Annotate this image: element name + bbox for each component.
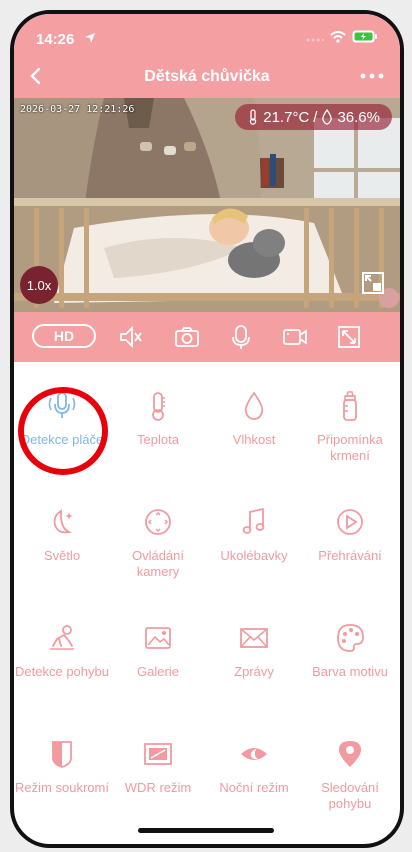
wifi-icon	[330, 30, 346, 43]
privacy-shield-icon	[52, 741, 72, 768]
feature-motion-detection[interactable]: Detekce pohybu	[14, 594, 110, 710]
thermometer-icon	[152, 392, 165, 421]
moon-star-icon	[53, 509, 73, 534]
feature-messages[interactable]: Zprávy	[206, 594, 302, 710]
highlight-circle	[18, 387, 108, 475]
top-bar: 14:26 Dětská chůvička	[14, 14, 400, 98]
more-dots-icon[interactable]	[358, 64, 386, 88]
temperature-value: 21.7°C	[263, 108, 310, 126]
droplet-small-icon	[322, 109, 333, 125]
camera-snapshot-icon[interactable]	[174, 324, 200, 350]
feature-label: WDR režim	[124, 780, 192, 795]
humidity-value: 36.6%	[337, 108, 380, 126]
status-time: 14:26	[36, 31, 75, 48]
feature-label: Zprávy	[234, 664, 274, 679]
feature-label: Noční režim	[219, 780, 289, 795]
mute-speaker-icon[interactable]	[118, 324, 144, 350]
status-bar: 14:26	[14, 14, 400, 58]
location-arrow-icon	[85, 33, 95, 43]
feature-wdr-mode[interactable]: WDR režim	[110, 710, 206, 826]
feature-label: Galerie	[137, 664, 179, 679]
camera-video-feed[interactable]: 2026-03-27 12:21:26 21.7°C / 36.6% 1.0x	[14, 98, 400, 312]
feature-label: Teplota	[137, 432, 179, 447]
feature-night-mode[interactable]: Noční režim	[206, 710, 302, 826]
feature-light[interactable]: Světlo	[14, 478, 110, 594]
feature-label: Připomínka krmení	[317, 432, 383, 463]
thermometer-small-icon	[250, 109, 257, 125]
baby-bottle-icon	[343, 391, 357, 421]
feature-gallery[interactable]: Galerie	[110, 594, 206, 710]
feature-temperature[interactable]: Teplota	[110, 362, 206, 478]
wdr-icon	[144, 743, 172, 765]
environment-badge: 21.7°C / 36.6%	[235, 104, 392, 130]
palette-icon	[337, 624, 364, 652]
video-controls-bar: HD	[14, 312, 400, 362]
music-note-icon	[242, 507, 265, 534]
video-record-icon[interactable]	[282, 324, 308, 350]
envelope-icon	[240, 628, 268, 648]
feature-camera-control[interactable]: Ovládání kamery	[110, 478, 206, 594]
feature-label: Režim soukromí	[15, 780, 109, 795]
zoom-level-button[interactable]: 1.0x	[20, 266, 58, 304]
fullscreen-icon[interactable]	[336, 324, 362, 350]
image-icon	[145, 627, 171, 649]
feature-playback[interactable]: Přehrávání	[302, 478, 398, 594]
feature-label: Přehrávání	[318, 548, 382, 563]
nav-bar: Dětská chůvička	[14, 58, 400, 98]
page-title: Dětská chůvička	[144, 68, 270, 85]
picture-in-picture-icon[interactable]	[362, 272, 384, 294]
feature-motion-tracking[interactable]: Sledování pohybu	[302, 710, 398, 826]
feature-lullabies[interactable]: Ukolébavky	[206, 478, 302, 594]
feature-label: Barva motivu	[312, 664, 388, 679]
signal-icon	[306, 38, 324, 41]
system-icons	[306, 30, 378, 43]
play-circle-icon	[337, 509, 363, 535]
feature-label: Sledování pohybu	[321, 780, 379, 811]
feature-humidity[interactable]: Vlhkost	[206, 362, 302, 478]
feature-feeding-reminder[interactable]: Připomínka krmení	[302, 362, 398, 478]
feature-label: Vlhkost	[232, 432, 276, 447]
crawling-baby-icon	[50, 625, 74, 650]
hd-quality-button[interactable]: HD	[32, 324, 96, 348]
feature-label: Ukolébavky	[220, 548, 288, 563]
value-separator: /	[313, 108, 318, 126]
feature-label: Světlo	[43, 548, 81, 563]
nursery-scene-image	[14, 98, 400, 312]
microphone-talk-icon[interactable]	[228, 324, 254, 350]
night-eye-icon	[241, 748, 267, 760]
droplet-icon	[244, 391, 264, 420]
home-indicator[interactable]	[138, 828, 274, 833]
feature-label: Ovládání kamery	[131, 548, 185, 579]
location-pin-icon	[339, 741, 361, 767]
feature-grid: Detekce pláče Teplota Vlhkost Připomínka…	[14, 362, 400, 826]
feature-theme-color[interactable]: Barva motivu	[302, 594, 398, 710]
feature-privacy-mode[interactable]: Režim soukromí	[14, 710, 110, 826]
dpad-icon	[145, 509, 171, 535]
feature-label: Detekce pohybu	[15, 664, 109, 679]
battery-icon	[352, 30, 377, 43]
phone-frame: 14:26 Dětská chůvička 2026-03-27 12:21:2…	[10, 10, 404, 848]
video-timestamp: 2026-03-27 12:21:26	[20, 104, 135, 115]
